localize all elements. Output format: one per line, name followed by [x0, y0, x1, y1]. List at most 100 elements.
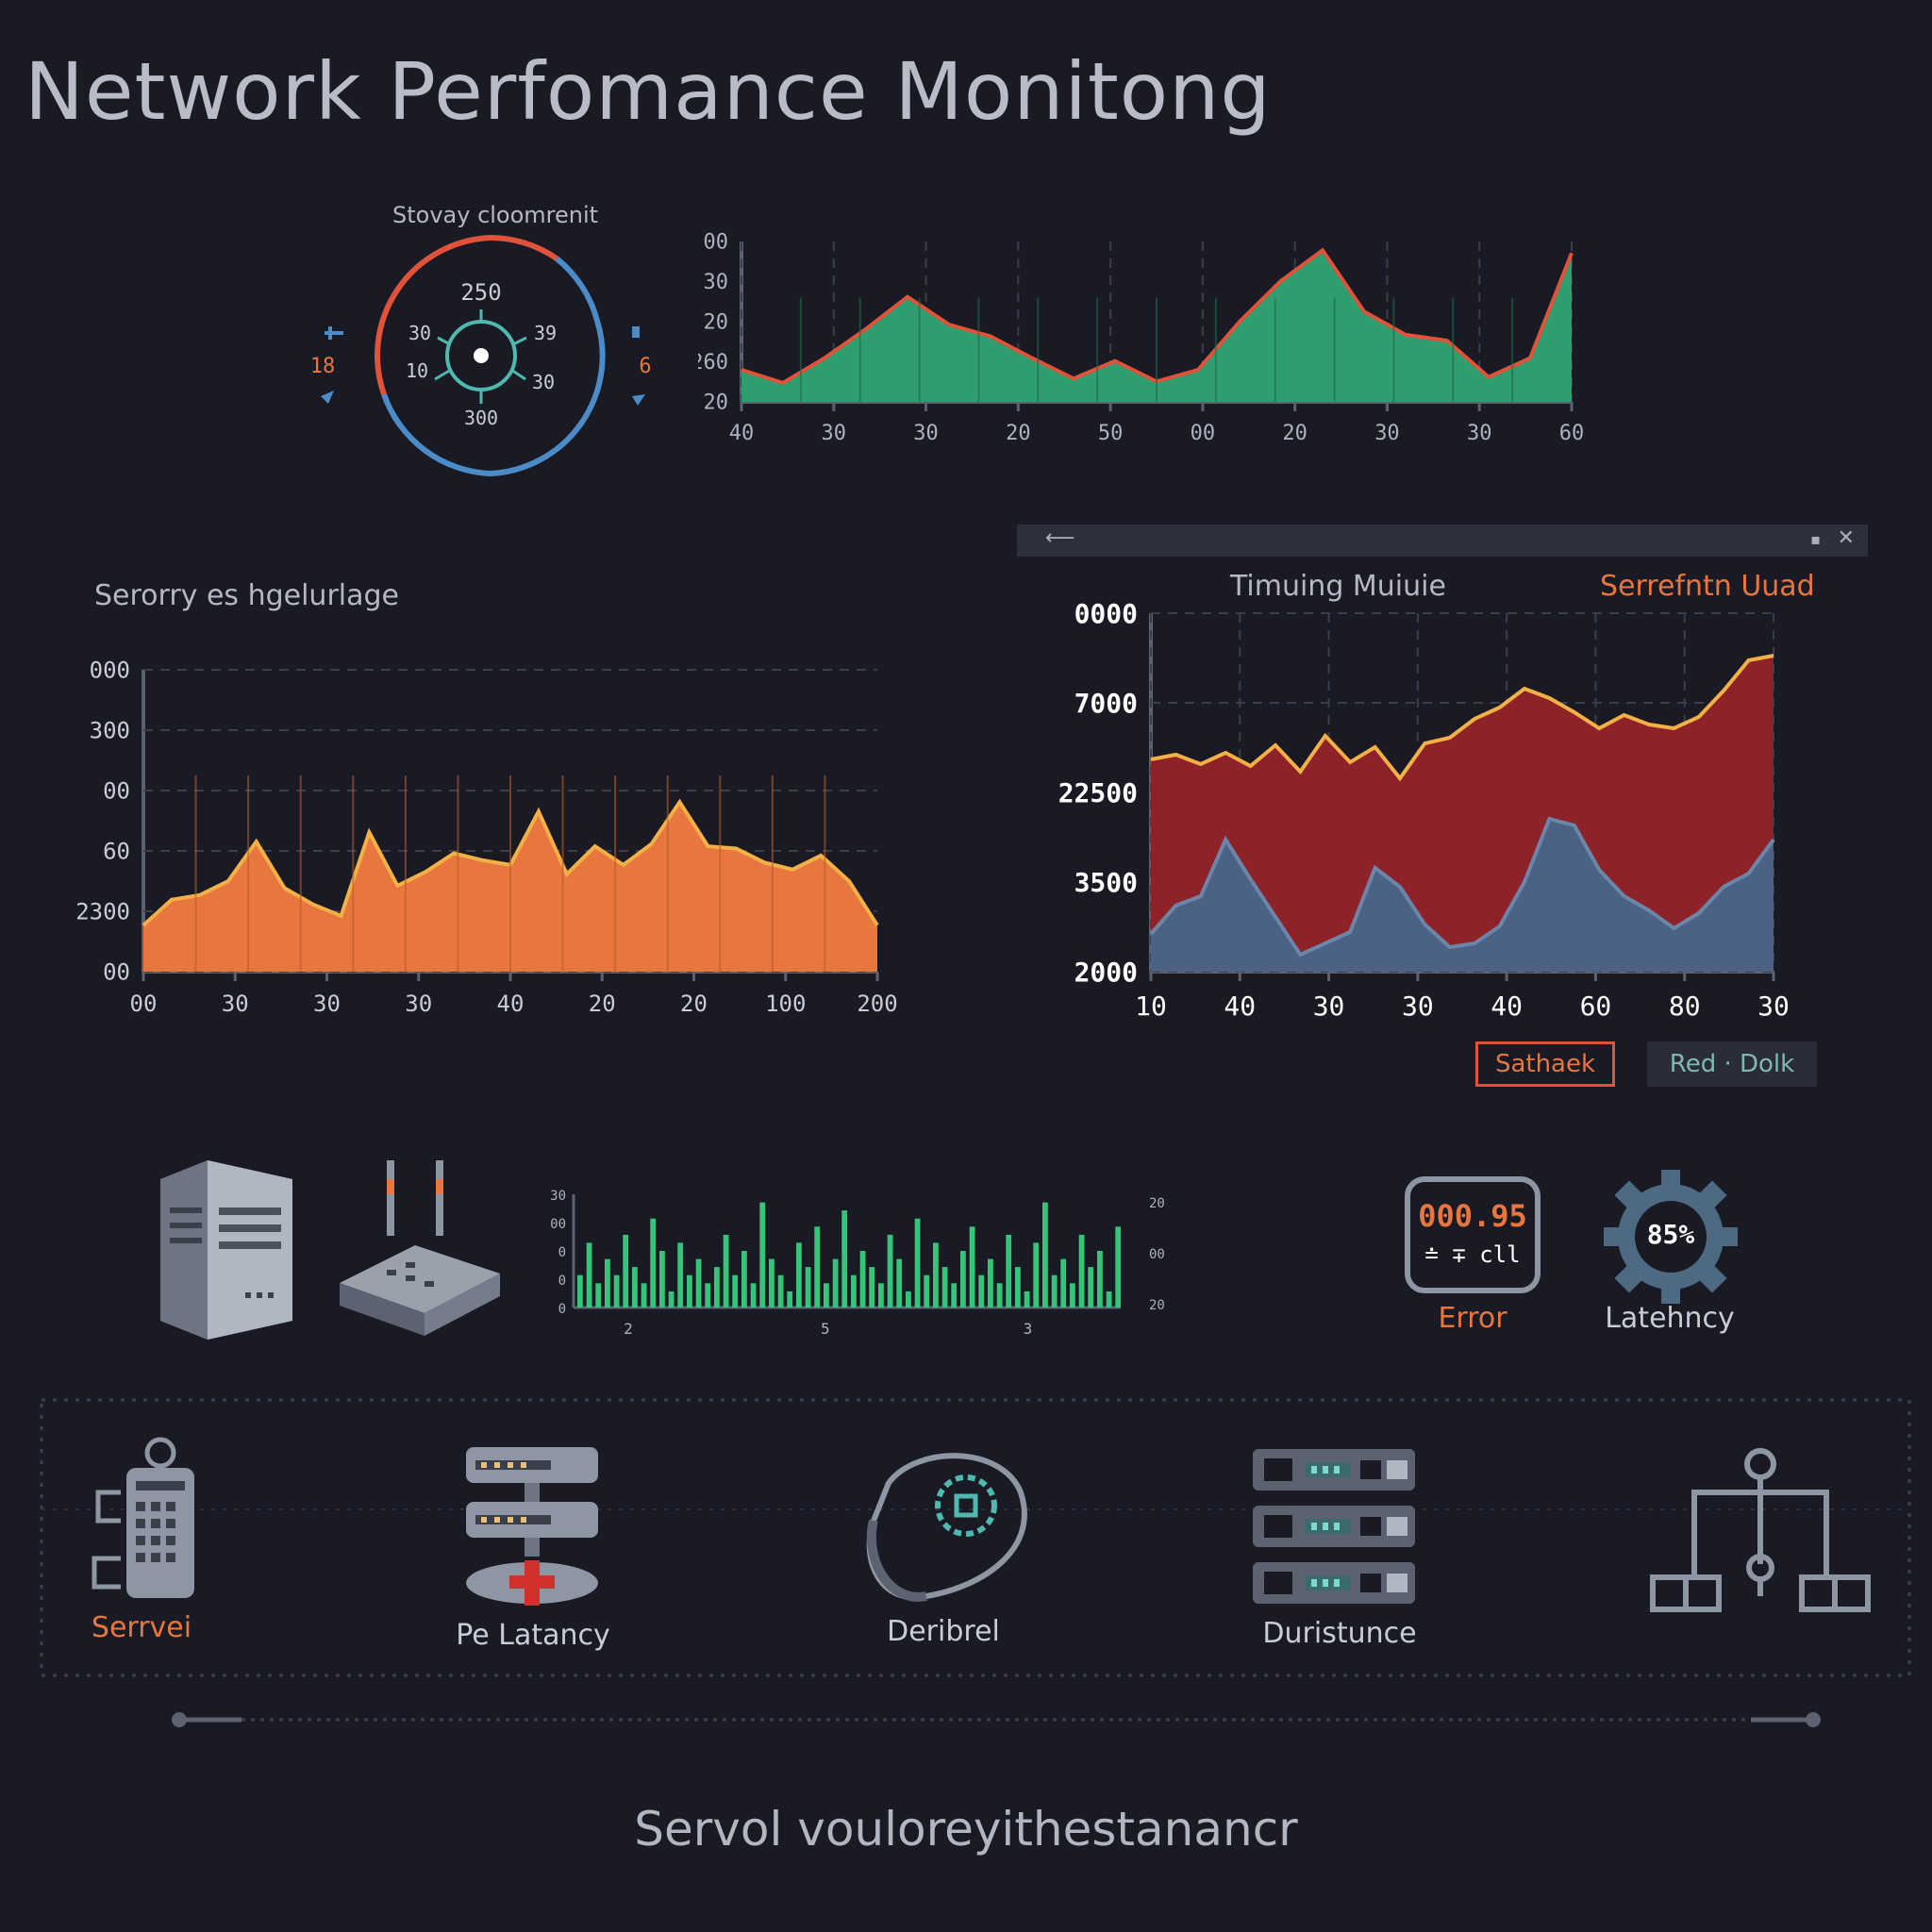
- legend-button-secondary[interactable]: Red · Dolk: [1647, 1041, 1817, 1087]
- y-tick-label: 60: [103, 838, 130, 864]
- bar: [896, 1258, 903, 1307]
- legend-button-primary[interactable]: Sathaek: [1475, 1041, 1615, 1087]
- y-tick-label-right: 00: [1149, 1247, 1165, 1262]
- bar: [613, 1274, 620, 1307]
- bar: [960, 1251, 966, 1307]
- bar: [988, 1258, 993, 1307]
- category-latency[interactable]: [462, 1443, 604, 1617]
- bar: [906, 1291, 911, 1307]
- y-tick-label: 2000: [1074, 957, 1138, 988]
- page-footer: Servol vouloreyithestanancr: [634, 1802, 1298, 1857]
- gauge-label-right-upper: 39: [534, 322, 557, 344]
- y-tick-label-right: 20: [1149, 1196, 1165, 1211]
- rack-icon: [1253, 1449, 1415, 1604]
- x-tick-label: 100: [765, 991, 806, 1017]
- left-chart-title: Serorry es hgelurlage: [94, 579, 399, 612]
- x-tick-label: 40: [1491, 991, 1523, 1022]
- bar: [832, 1258, 839, 1307]
- x-tick-label: 30: [1467, 422, 1492, 445]
- server-tower-icon: [160, 1160, 292, 1340]
- x-tick-label: 00: [1191, 422, 1216, 445]
- latency-value: 85%: [1646, 1219, 1695, 1250]
- x-tick-label: 60: [1580, 991, 1612, 1022]
- bar: [941, 1267, 948, 1307]
- bar: [577, 1274, 583, 1307]
- bar: [732, 1274, 739, 1307]
- bar: [933, 1242, 939, 1307]
- bar: [851, 1274, 857, 1307]
- x-tick-label: 20: [589, 991, 616, 1017]
- bar: [978, 1274, 985, 1307]
- right-area-chart: 0000 7000 22500 3500 200010 40 30 30 40 60 80 30: [1058, 598, 1790, 1022]
- slider-handle-right[interactable]: [1806, 1712, 1821, 1727]
- bar: [668, 1291, 675, 1307]
- bar: [632, 1267, 638, 1307]
- gauge-label-right-lower: 30: [532, 371, 555, 393]
- y-tick-label: 22500: [1058, 777, 1138, 808]
- category-target[interactable]: [860, 1445, 1030, 1609]
- bar: [659, 1251, 665, 1307]
- window-titlebar[interactable]: ⟵ ▪ ✕: [1017, 525, 1868, 557]
- back-arrow-icon[interactable]: ⟵: [1045, 526, 1075, 550]
- small-bar-chart: 30000002000202 5 3: [550, 1189, 1165, 1336]
- timeline-slider[interactable]: [166, 1707, 1826, 1732]
- y-tick-label: 0: [558, 1302, 566, 1317]
- bar: [1042, 1202, 1048, 1307]
- page-title: Network Perfomance Monitong: [25, 45, 1272, 138]
- bar: [1060, 1258, 1067, 1307]
- x-tick-label: 30: [822, 422, 847, 445]
- gauge-arc-red-right: [490, 235, 558, 261]
- bar: [695, 1258, 702, 1307]
- x-tick-label: 20: [1282, 422, 1307, 445]
- bar: [1051, 1274, 1058, 1307]
- bar: [996, 1283, 1003, 1307]
- category-label-target: Deribrel: [887, 1615, 1000, 1648]
- target-icon: [866, 1453, 1027, 1602]
- x-tick-label: 3: [1024, 1320, 1033, 1336]
- bar: [586, 1242, 592, 1307]
- x-tick-label: 200: [857, 991, 897, 1017]
- bar: [859, 1251, 866, 1307]
- gauge-label-bottom: 300: [464, 407, 498, 429]
- category-rack[interactable]: [1249, 1445, 1419, 1609]
- y-tick-label: 20: [704, 391, 729, 415]
- bar: [687, 1274, 692, 1307]
- bar: [769, 1258, 774, 1307]
- gauge: 250 300 30 10 39 30 18 6: [310, 235, 652, 477]
- category-label-rack: Duristunce: [1262, 1617, 1417, 1650]
- bar: [777, 1274, 784, 1307]
- x-tick-label: 20: [1006, 422, 1031, 445]
- y-tick-label: 00: [103, 958, 130, 985]
- bar: [750, 1283, 757, 1307]
- x-tick-label: 00: [130, 991, 158, 1017]
- error-label: Error: [1438, 1302, 1507, 1335]
- gauge-title: Stovay cloomrenit: [392, 202, 599, 228]
- close-icon[interactable]: ✕: [1838, 526, 1855, 550]
- category-server[interactable]: [85, 1436, 208, 1609]
- bar: [1033, 1242, 1040, 1307]
- gauge-tick-icon: [321, 391, 334, 404]
- bar: [623, 1234, 629, 1307]
- x-tick-label: 30: [1374, 422, 1400, 445]
- slider-handle-left[interactable]: [172, 1712, 187, 1727]
- bar: [805, 1267, 811, 1307]
- x-tick-label: 30: [222, 991, 249, 1017]
- error-value: 000.95: [1418, 1198, 1527, 1234]
- x-tick-label: 20: [680, 991, 708, 1017]
- bar: [741, 1251, 747, 1307]
- bar: [914, 1218, 921, 1307]
- bar: [969, 1226, 975, 1307]
- bar: [677, 1242, 684, 1307]
- gauge-label-left-lower: 10: [406, 359, 428, 382]
- y-tick-label: 0: [558, 1245, 566, 1260]
- y-tick-label: 2300: [75, 898, 130, 924]
- y-tick-label: 000: [90, 657, 130, 683]
- minimize-icon[interactable]: ▪: [1810, 530, 1821, 548]
- y-tick-label: 30: [704, 271, 729, 294]
- category-label-server: Serrvei: [91, 1611, 192, 1644]
- left-area-chart: 000300006023000000 30 30 30 40 20 20 100 200: [75, 657, 897, 1017]
- x-tick-label: 10: [1135, 991, 1167, 1022]
- category-network[interactable]: [1647, 1445, 1874, 1628]
- bar: [887, 1234, 893, 1307]
- bar: [1078, 1234, 1085, 1307]
